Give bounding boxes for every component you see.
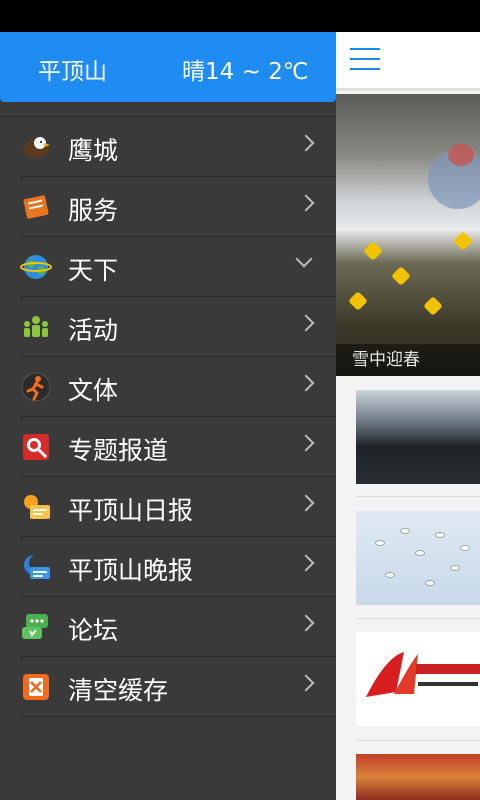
menu-item-label: 平顶山日报	[68, 496, 194, 525]
moon-newspaper-icon	[20, 551, 52, 583]
status-bar	[0, 0, 480, 32]
menu-item-world[interactable]: 天下	[20, 237, 336, 297]
chevron-right-icon	[297, 374, 315, 392]
menu-item-clear-cache[interactable]: 清空缓存	[20, 657, 336, 717]
content-header	[336, 32, 480, 91]
chevron-right-icon	[297, 434, 315, 452]
news-thumbnail[interactable]	[356, 390, 480, 484]
hero-image[interactable]: 雪中迎春	[336, 94, 480, 376]
weather-info: 晴14 ~ 2℃	[182, 59, 309, 85]
menu-item-yingcheng[interactable]: 鹰城	[20, 117, 336, 177]
menu-item-label: 鹰城	[68, 136, 119, 165]
menu-item-activities[interactable]: 活动	[20, 297, 336, 357]
forum-icon	[20, 611, 52, 643]
menu-item-special-reports[interactable]: 专题报道	[20, 417, 336, 477]
menu-item-label: 清空缓存	[68, 676, 169, 705]
navigation-drawer: 平顶山 晴14 ~ 2℃ 鹰城 服务 天下 活动 文体 专题报道 平顶山日报 平…	[0, 32, 336, 800]
drawer-menu: 鹰城 服务 天下 活动 文体 专题报道 平顶山日报 平顶山晚报 论坛 清空缓存	[0, 116, 336, 717]
chevron-right-icon	[297, 194, 315, 212]
chevron-right-icon	[297, 494, 315, 512]
menu-item-label: 论坛	[68, 616, 119, 645]
chevron-right-icon	[297, 674, 315, 692]
news-thumbnail[interactable]	[356, 511, 480, 605]
chevron-right-icon	[297, 134, 315, 152]
runner-icon	[20, 371, 52, 403]
content-panel: 雪中迎春	[336, 32, 480, 800]
menu-item-label: 文体	[68, 376, 119, 405]
hamburger-menu-icon[interactable]	[350, 48, 380, 70]
hero-caption: 雪中迎春	[336, 344, 480, 376]
menu-item-forum[interactable]: 论坛	[20, 597, 336, 657]
eagle-icon	[20, 131, 52, 163]
menu-item-culture-sports[interactable]: 文体	[20, 357, 336, 417]
menu-item-label: 天下	[68, 256, 119, 285]
chevron-right-icon	[297, 554, 315, 572]
menu-item-label: 专题报道	[68, 436, 169, 465]
chevron-right-icon	[297, 314, 315, 332]
news-thumbnail[interactable]	[356, 632, 480, 726]
menu-item-label: 服务	[68, 196, 119, 225]
people-icon	[20, 311, 52, 343]
book-icon	[20, 191, 52, 223]
menu-item-services[interactable]: 服务	[20, 177, 336, 237]
menu-item-evening-news[interactable]: 平顶山晚报	[20, 537, 336, 597]
globe-icon	[20, 251, 52, 283]
magnifier-icon	[20, 431, 52, 463]
menu-item-label: 活动	[68, 316, 119, 345]
sun-newspaper-icon	[20, 491, 52, 523]
news-thumbnail[interactable]	[356, 754, 480, 800]
city-name[interactable]: 平顶山	[38, 52, 107, 86]
chevron-down-icon	[295, 250, 313, 268]
menu-item-label: 平顶山晚报	[68, 556, 194, 585]
chevron-right-icon	[297, 614, 315, 632]
drawer-header: 平顶山 晴14 ~ 2℃	[0, 32, 336, 102]
menu-item-daily-news[interactable]: 平顶山日报	[20, 477, 336, 537]
clear-cache-icon	[20, 671, 52, 703]
